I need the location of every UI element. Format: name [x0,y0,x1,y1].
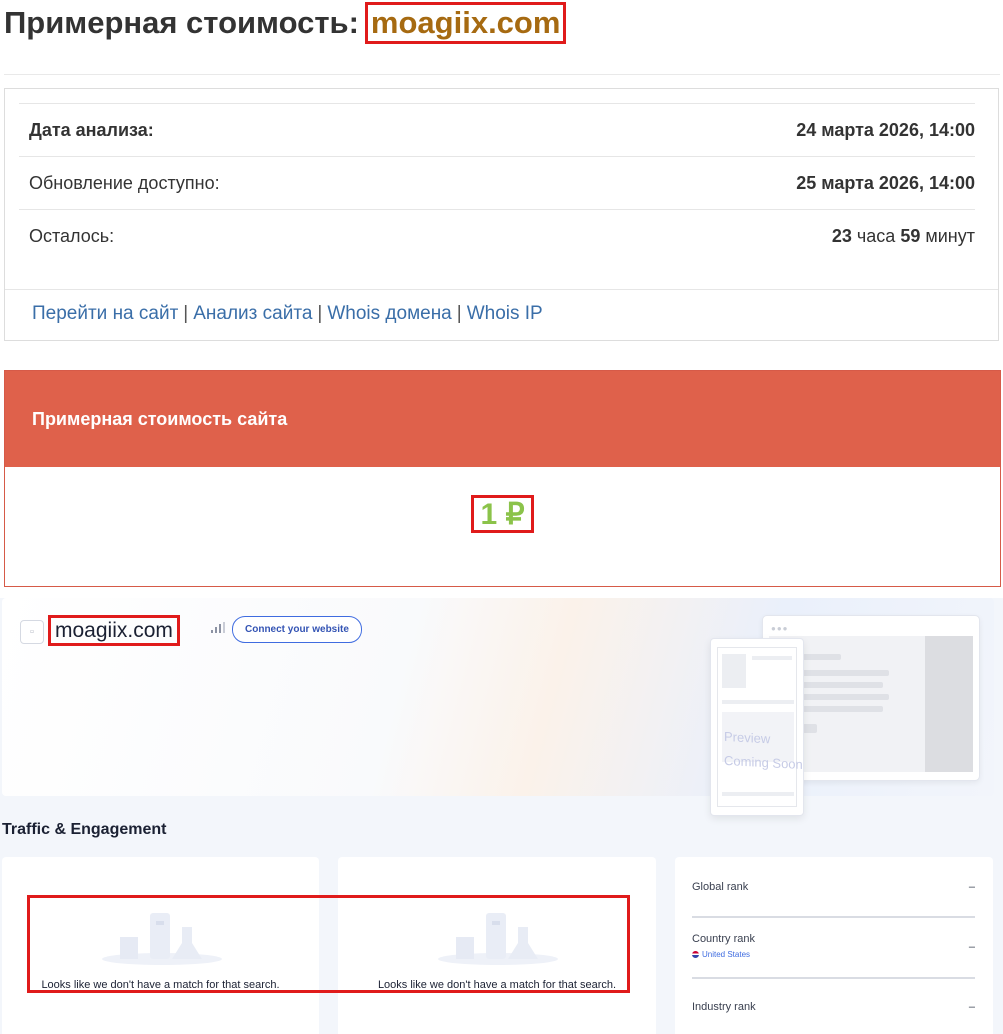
site-links: Перейти на сайт | Анализ сайта | Whois домен… [32,303,543,325]
country-rank-row: Country rank – United States [692,933,975,959]
update-available-row: Обновление доступно: 25 марта 2026, 14:0… [19,156,975,209]
site-cost-value: 1 ₽ [471,495,534,533]
mobile-preview-mockup: Preview Coming Soon [710,638,804,816]
page-title-prefix: Примерная стоимость: [4,5,359,40]
whois-ip-link[interactable]: Whois IP [467,303,543,324]
site-cost-card: Примерная стоимость сайта 1 ₽ [4,370,1001,587]
link-separator: | [456,303,462,324]
link-separator: | [317,303,323,324]
remaining-minutes-unit: минут [925,225,975,246]
remaining-hours-unit: часа [856,225,896,246]
analysis-date-row: Дата анализа: 24 марта 2026, 14:00 [19,103,975,156]
time-remaining-row: Осталось: 23 часа 59 минут [19,209,975,262]
analysis-info-card: Дата анализа: 24 марта 2026, 14:00 Обнов… [4,88,999,341]
country-rank-value: – [968,941,975,953]
remaining-hours: 23 [831,225,852,246]
industry-rank-row: Industry rank – [692,1001,975,1013]
time-remaining-value: 23 часа 59 минут [832,226,975,247]
time-remaining-label: Осталось: [29,225,115,246]
rank-divider [692,977,975,979]
page-title: Примерная стоимость: moagiix.com [4,0,567,46]
site-cost-body: 1 ₽ [5,467,1000,586]
window-dots-icon: ●●● [771,624,789,633]
industry-rank-label: Industry rank [692,1001,756,1013]
widget-domain: moagiix.com [48,615,180,646]
site-favicon-icon: ▫ [20,620,44,644]
country-name: United States [702,950,751,959]
country-selector[interactable]: United States [692,950,975,959]
site-analysis-link[interactable]: Анализ сайта [193,303,312,324]
preview-coming-soon-text: Preview Coming Soon [724,728,803,773]
global-rank-label: Global rank [692,881,749,893]
widget-hero: ▫ moagiix.com Connect your website ●●● P… [2,598,994,816]
analysis-date-label: Дата анализа: [29,119,154,140]
whois-domain-link[interactable]: Whois домена [327,303,451,324]
title-divider [4,74,1000,75]
update-available-value: 25 марта 2026, 14:00 [796,172,975,193]
rank-card: Global rank – Country rank – United Stat… [675,857,993,1034]
industry-rank-value: – [968,1001,975,1013]
signal-bars-icon [211,622,225,633]
us-flag-icon [692,951,699,958]
global-rank-value: – [968,881,975,893]
page-title-domain: moagiix.com [364,2,567,44]
update-available-label: Обновление доступно: [29,172,220,193]
remaining-minutes: 59 [900,225,921,246]
highlight-annotation [27,895,630,993]
rank-divider [692,916,975,918]
traffic-section-title: Traffic & Engagement [2,821,167,838]
country-rank-label: Country rank [692,933,755,945]
go-to-site-link[interactable]: Перейти на сайт [32,303,178,324]
connect-website-button[interactable]: Connect your website [232,616,362,643]
global-rank-row: Global rank – [692,881,975,893]
analysis-date-value: 24 марта 2026, 14:00 [796,119,975,140]
links-divider [5,289,998,290]
link-separator: | [183,303,189,324]
site-cost-heading: Примерная стоимость сайта [5,371,1000,467]
traffic-widget: ▫ moagiix.com Connect your website ●●● P… [0,598,1003,1034]
